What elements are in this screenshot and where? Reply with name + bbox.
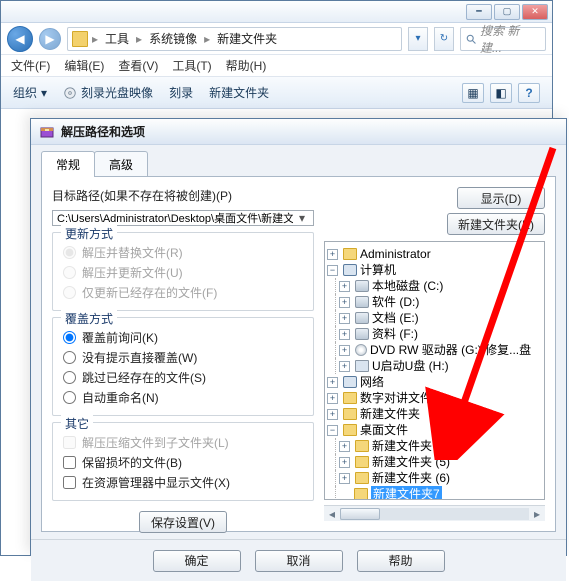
tree-item-usb[interactable]: +U启动U盘 (H:) <box>327 358 542 374</box>
explorer-menubar: 文件(F) 编辑(E) 查看(V) 工具(T) 帮助(H) <box>1 55 552 77</box>
nav-back-button[interactable]: ◀ <box>7 26 33 52</box>
group-overwrite-mode: 覆盖方式 覆盖前询问(K) 没有提示直接覆盖(W) 跳过已经存在的文件(S) 自… <box>52 317 314 416</box>
disc-icon <box>63 86 77 100</box>
dialog-titlebar[interactable]: 解压路径和选项 <box>31 119 566 145</box>
tree-item-newfolder[interactable]: +新建文件夹 <box>327 406 542 422</box>
radio-update-existing[interactable]: 仅更新已经存在的文件(F) <box>63 284 303 301</box>
folder-icon <box>72 31 88 47</box>
tab-panel-general: 目标路径(如果不存在将被创建)(P) ▾ 更新方式 解压并替换文件(R) 解压并… <box>41 176 556 532</box>
address-drop-button[interactable]: ▾ <box>408 27 428 51</box>
radio-skip-existing[interactable]: 跳过已经存在的文件(S) <box>63 369 303 386</box>
toolbar-burn-image[interactable]: 刻录光盘映像 <box>63 84 153 101</box>
close-button[interactable]: ✕ <box>522 4 548 20</box>
destination-path-input[interactable] <box>57 212 293 224</box>
tab-advanced[interactable]: 高级 <box>94 151 148 177</box>
refresh-button[interactable]: ↻ <box>434 27 454 51</box>
radio-ask-before[interactable]: 覆盖前询问(K) <box>63 329 303 346</box>
toolbar-organize[interactable]: 组织 ▾ <box>13 84 47 101</box>
menu-edit[interactable]: 编辑(E) <box>64 57 104 74</box>
scroll-left-icon[interactable]: ◂ <box>324 507 340 521</box>
radio-overwrite-silent[interactable]: 没有提示直接覆盖(W) <box>63 349 303 366</box>
tree-item-digital[interactable]: +数字对讲文件 <box>327 390 542 406</box>
tree-item-administrator[interactable]: +Administrator <box>327 246 542 262</box>
destination-path-combo[interactable]: ▾ <box>52 210 314 226</box>
maximize-button[interactable]: ▢ <box>494 4 520 20</box>
tree-item-nf7[interactable]: 新建文件夹7 <box>327 486 542 500</box>
nav-forward-button[interactable]: ▶ <box>39 28 61 50</box>
tree-item-drive-f[interactable]: +资料 (F:) <box>327 326 542 342</box>
view-mode-button[interactable]: ▦ <box>462 83 484 103</box>
check-extract-subfolder[interactable]: 解压压缩文件到子文件夹(L) <box>63 434 303 451</box>
group-update-mode: 更新方式 解压并替换文件(R) 解压并更新文件(U) 仅更新已经存在的文件(F) <box>52 232 314 311</box>
explorer-titlebar: ━ ▢ ✕ <box>1 1 552 23</box>
menu-view[interactable]: 查看(V) <box>118 57 158 74</box>
search-icon <box>465 33 477 45</box>
check-show-in-explorer[interactable]: 在资源管理器中显示文件(X) <box>63 474 303 491</box>
help-toolbar-button[interactable]: ? <box>518 83 540 103</box>
tree-item-nf6[interactable]: +新建文件夹 (6) <box>327 470 542 486</box>
breadcrumb-sep: ▸ <box>90 32 100 46</box>
extract-dialog: 解压路径和选项 常规 高级 目标路径(如果不存在将被创建)(P) ▾ 更新方式 … <box>30 118 567 556</box>
radio-extract-update[interactable]: 解压并更新文件(U) <box>63 264 303 281</box>
breadcrumb-item[interactable]: 工具 <box>102 30 132 47</box>
tree-item-desktopfiles[interactable]: −桌面文件 <box>327 422 542 438</box>
tree-item-drive-e[interactable]: +文档 (E:) <box>327 310 542 326</box>
tree-item-computer[interactable]: −计算机 <box>327 262 542 278</box>
search-placeholder: 搜索 新建... <box>480 22 541 56</box>
dialog-title: 解压路径和选项 <box>61 123 145 140</box>
explorer-address-bar: ◀ ▶ ▸ 工具 ▸ 系统镜像 ▸ 新建文件夹 ▾ ↻ 搜索 新建... <box>1 23 552 55</box>
breadcrumb[interactable]: ▸ 工具 ▸ 系统镜像 ▸ 新建文件夹 <box>67 27 402 51</box>
tab-general[interactable]: 常规 <box>41 151 95 177</box>
cancel-button[interactable]: 取消 <box>255 550 343 572</box>
group-title-update: 更新方式 <box>61 225 117 242</box>
menu-tools[interactable]: 工具(T) <box>172 57 211 74</box>
save-settings-button[interactable]: 保存设置(V) <box>139 511 227 533</box>
destination-path-label: 目标路径(如果不存在将被创建)(P) <box>52 187 314 204</box>
radio-extract-replace[interactable]: 解压并替换文件(R) <box>63 244 303 261</box>
breadcrumb-item[interactable]: 新建文件夹 <box>214 30 280 47</box>
menu-file[interactable]: 文件(F) <box>11 57 50 74</box>
tree-item-drive-c[interactable]: +本地磁盘 (C:) <box>327 278 542 294</box>
new-folder-button[interactable]: 新建文件夹(E) <box>447 213 545 235</box>
group-title-overwrite: 覆盖方式 <box>61 310 117 327</box>
scroll-right-icon[interactable]: ▸ <box>529 507 545 521</box>
help-button[interactable]: 帮助 <box>357 550 445 572</box>
winrar-icon <box>39 124 55 140</box>
group-title-other: 其它 <box>61 415 93 432</box>
radio-auto-rename[interactable]: 自动重命名(N) <box>63 389 303 406</box>
tree-item-dvd[interactable]: +DVD RW 驱动器 (G:) 修复...盘 <box>327 342 542 358</box>
scroll-thumb[interactable] <box>340 508 380 520</box>
preview-pane-button[interactable]: ◧ <box>490 83 512 103</box>
toolbar-new-folder[interactable]: 新建文件夹 <box>209 84 269 101</box>
breadcrumb-item[interactable]: 系统镜像 <box>146 30 200 47</box>
folder-tree[interactable]: +Administrator −计算机 +本地磁盘 (C:) +软件 (D:) … <box>324 241 545 500</box>
tree-item-nf5[interactable]: +新建文件夹 (5) <box>327 454 542 470</box>
path-drop-icon[interactable]: ▾ <box>295 211 309 225</box>
search-input[interactable]: 搜索 新建... <box>460 27 546 51</box>
tree-item-drive-d[interactable]: +软件 (D:) <box>327 294 542 310</box>
tree-item-nf3[interactable]: +新建文件夹 (3) <box>327 438 542 454</box>
tree-scrollbar[interactable]: ◂ ▸ <box>324 505 545 521</box>
ok-button[interactable]: 确定 <box>153 550 241 572</box>
dialog-tabs: 常规 高级 <box>31 145 566 177</box>
minimize-button[interactable]: ━ <box>466 4 492 20</box>
tree-item-network[interactable]: +网络 <box>327 374 542 390</box>
check-keep-broken[interactable]: 保留损坏的文件(B) <box>63 454 303 471</box>
toolbar-burn[interactable]: 刻录 <box>169 84 193 101</box>
display-button[interactable]: 显示(D) <box>457 187 545 209</box>
explorer-toolbar: 组织 ▾ 刻录光盘映像 刻录 新建文件夹 ▦ ◧ ? <box>1 77 552 109</box>
dialog-button-row: 确定 取消 帮助 <box>31 539 566 581</box>
group-other: 其它 解压压缩文件到子文件夹(L) 保留损坏的文件(B) 在资源管理器中显示文件… <box>52 422 314 501</box>
menu-help[interactable]: 帮助(H) <box>226 57 267 74</box>
